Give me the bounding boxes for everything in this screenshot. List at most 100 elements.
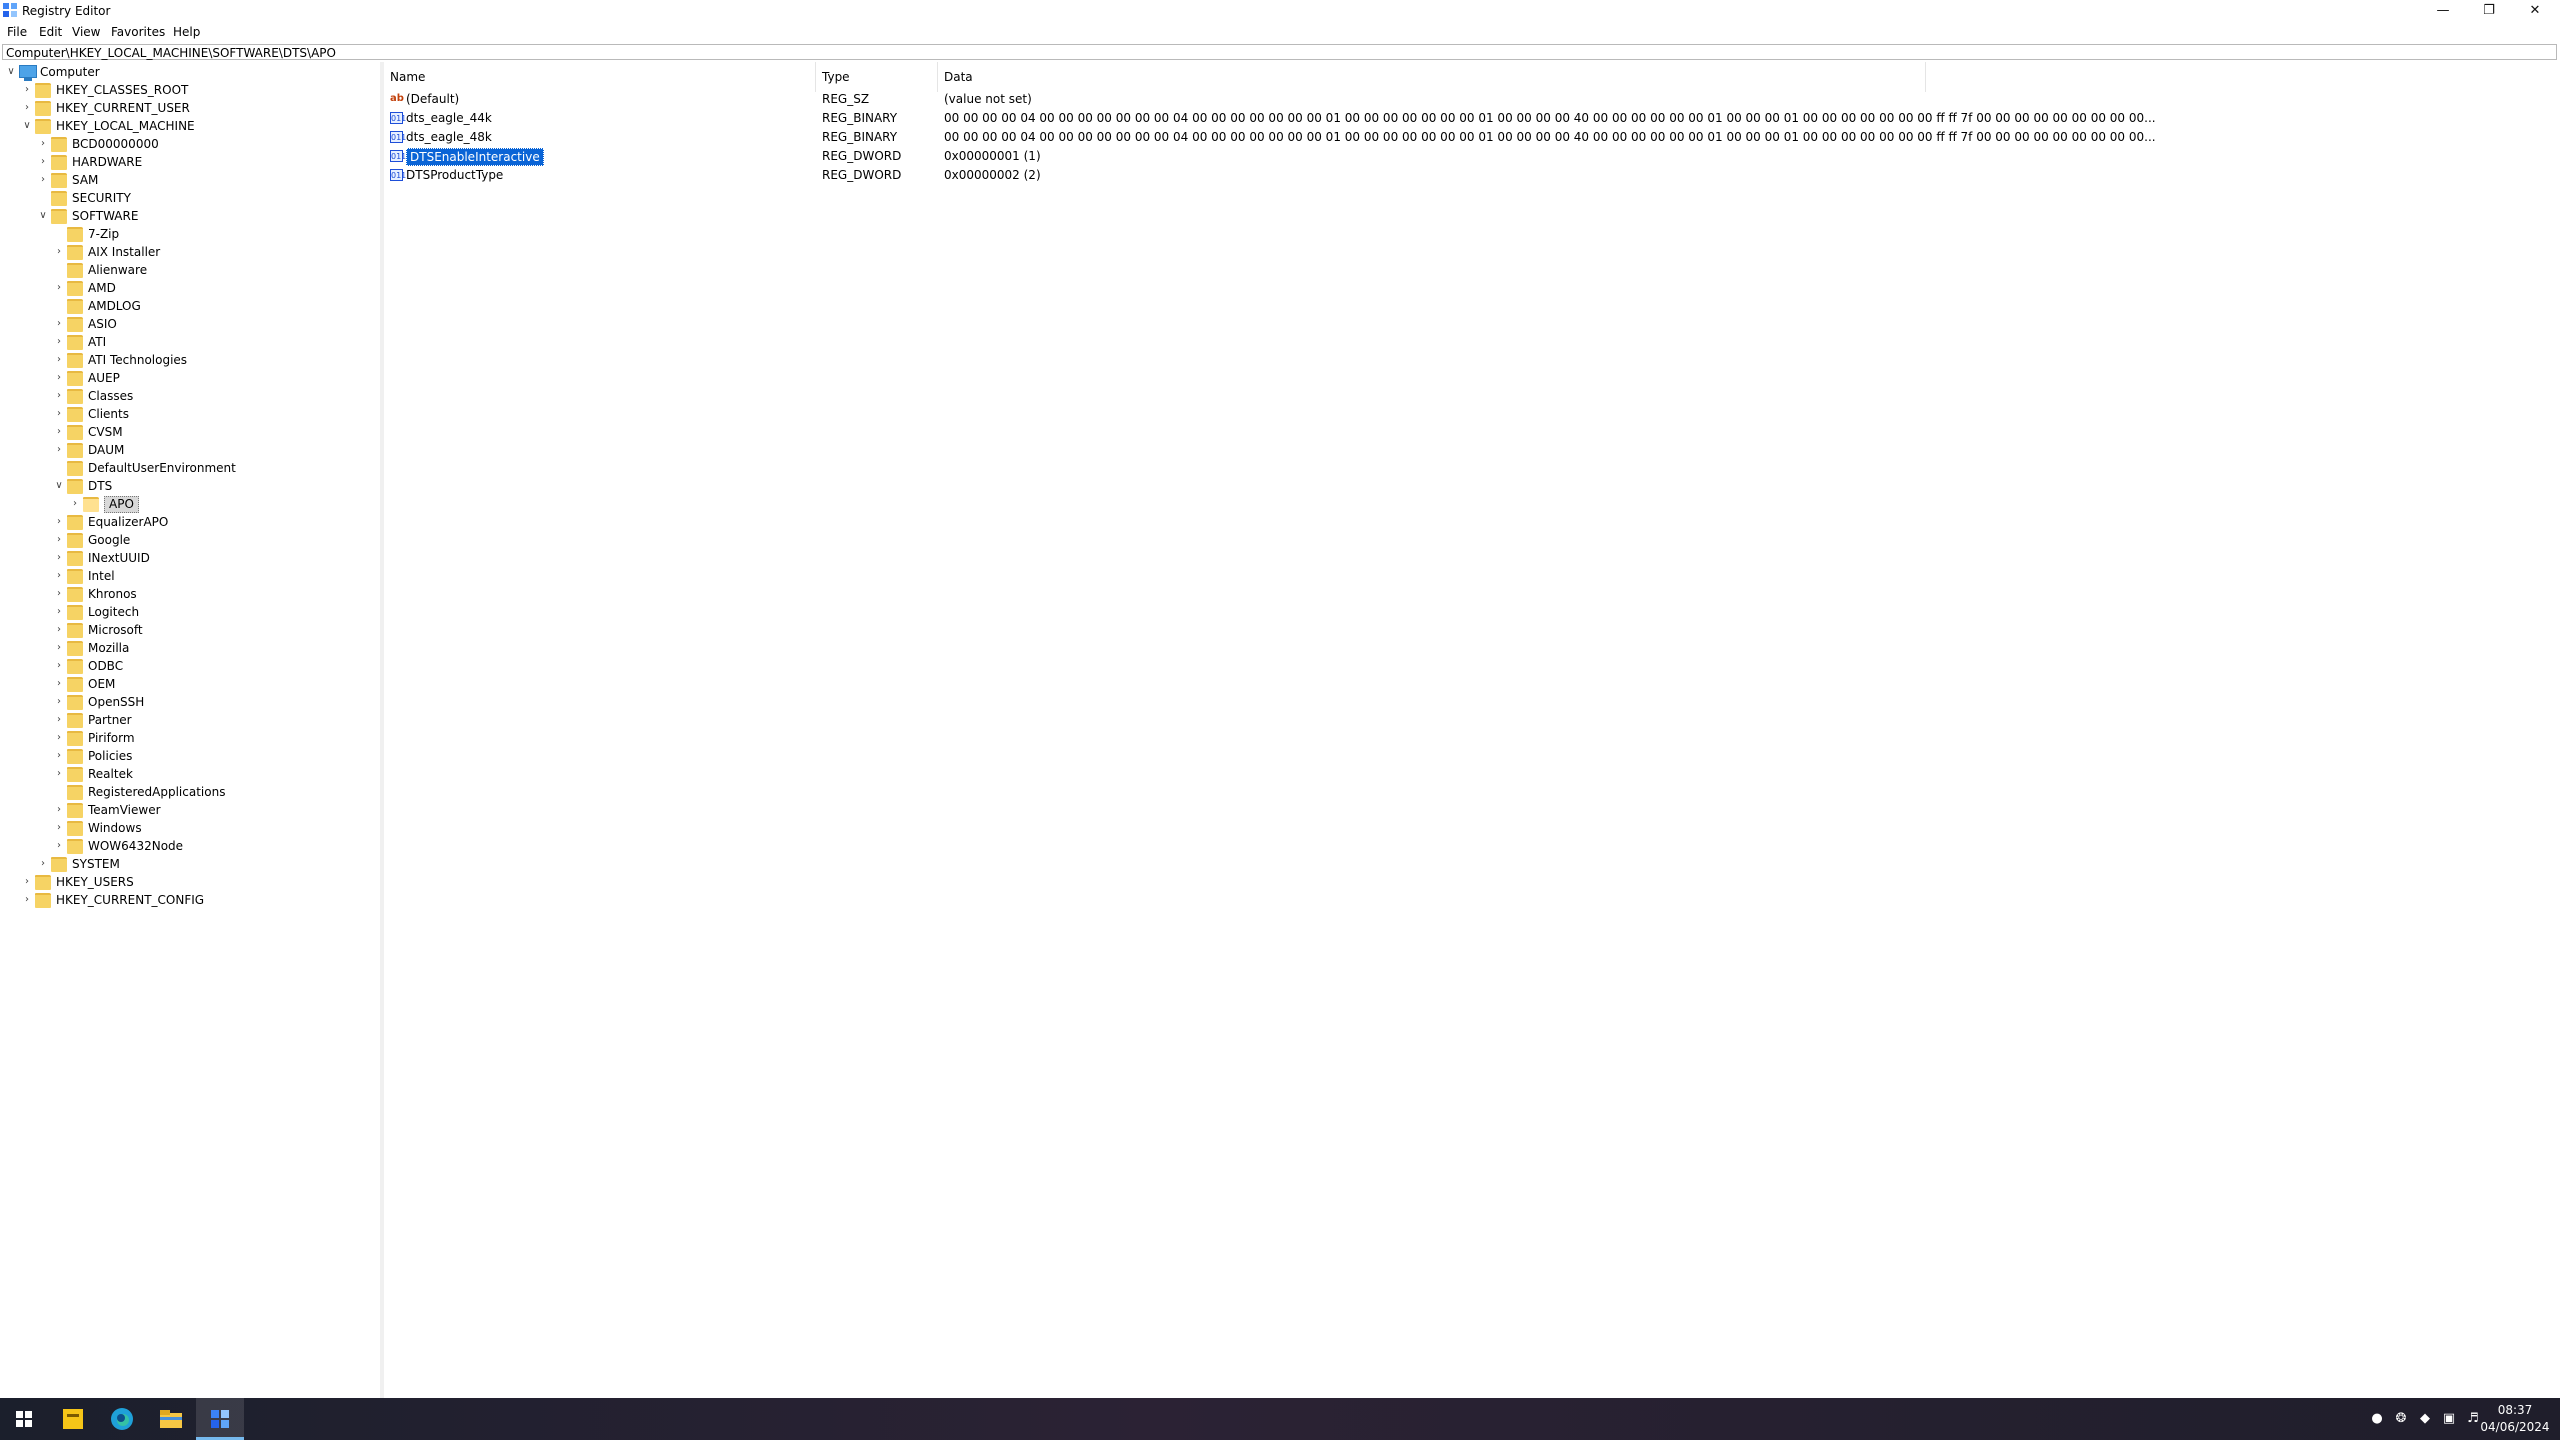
chevron-right-icon[interactable]: › bbox=[53, 657, 65, 675]
tree-node[interactable]: › ODBC bbox=[0, 657, 380, 675]
tree-node[interactable]: › Logitech bbox=[0, 603, 380, 621]
chevron-right-icon[interactable]: › bbox=[53, 531, 65, 549]
tree-node[interactable]: › Khronos bbox=[0, 585, 380, 603]
chevron-right-icon[interactable]: › bbox=[53, 819, 65, 837]
chevron-right-icon[interactable]: › bbox=[53, 567, 65, 585]
tree-node[interactable]: › INextUUID bbox=[0, 549, 380, 567]
tree-node[interactable]: › Mozilla bbox=[0, 639, 380, 657]
tree-node[interactable]: › Intel bbox=[0, 567, 380, 585]
value-row[interactable]: 011 dts_eagle_48k REG_BINARY 00 00 00 00 04… bbox=[384, 128, 2560, 147]
tree-node[interactable]: › HKEY_CURRENT_CONFIG bbox=[0, 891, 380, 909]
chevron-right-icon[interactable]: › bbox=[53, 315, 65, 333]
tree-pane[interactable]: ∨ Computer › HKEY_CLASSES_ROOT › HKEY_CURRENT… bbox=[0, 62, 381, 1398]
chevron-right-icon[interactable]: › bbox=[53, 351, 65, 369]
chevron-right-icon[interactable]: › bbox=[53, 747, 65, 765]
chevron-right-icon[interactable]: › bbox=[21, 891, 33, 909]
tree-node[interactable]: › SYSTEM bbox=[0, 855, 380, 873]
tree-node[interactable]: RegisteredApplications bbox=[0, 783, 380, 801]
chevron-right-icon[interactable]: › bbox=[53, 387, 65, 405]
tree-node[interactable]: › AMD bbox=[0, 279, 380, 297]
column-header-name[interactable]: Name bbox=[384, 62, 816, 92]
tree-node[interactable]: ∨ SOFTWARE bbox=[0, 207, 380, 225]
chevron-right-icon[interactable]: › bbox=[21, 81, 33, 99]
tree-node[interactable]: › Classes bbox=[0, 387, 380, 405]
tree-node[interactable]: › Google bbox=[0, 531, 380, 549]
tree-node[interactable]: › ATI Technologies bbox=[0, 351, 380, 369]
tree-node[interactable]: › ATI bbox=[0, 333, 380, 351]
chevron-right-icon[interactable]: › bbox=[53, 693, 65, 711]
tree-node[interactable]: › OEM bbox=[0, 675, 380, 693]
taskbar-sticky-notes[interactable] bbox=[49, 1398, 97, 1440]
chevron-right-icon[interactable]: › bbox=[37, 135, 49, 153]
tree-node[interactable]: › AUEP bbox=[0, 369, 380, 387]
tree-node[interactable]: › DAUM bbox=[0, 441, 380, 459]
chevron-right-icon[interactable]: › bbox=[53, 675, 65, 693]
tree-node[interactable]: ∨ Computer bbox=[0, 63, 380, 81]
chevron-right-icon[interactable]: › bbox=[53, 711, 65, 729]
tree-node[interactable]: ∨ DTS bbox=[0, 477, 380, 495]
chevron-right-icon[interactable]: › bbox=[37, 855, 49, 873]
chevron-right-icon[interactable]: › bbox=[53, 369, 65, 387]
steam-icon[interactable]: ❂ bbox=[2392, 1410, 2410, 1428]
tree-node[interactable]: › TeamViewer bbox=[0, 801, 380, 819]
chevron-right-icon[interactable]: › bbox=[53, 405, 65, 423]
tree-node[interactable]: › APO bbox=[0, 495, 380, 513]
chevron-right-icon[interactable]: › bbox=[53, 513, 65, 531]
menu-file[interactable]: File bbox=[7, 25, 27, 39]
tree-node[interactable]: › HKEY_CURRENT_USER bbox=[0, 99, 380, 117]
tree-node[interactable]: › HKEY_USERS bbox=[0, 873, 380, 891]
menu-favorites[interactable]: Favorites bbox=[111, 25, 165, 39]
tree-node[interactable]: › OpenSSH bbox=[0, 693, 380, 711]
chevron-right-icon[interactable]: › bbox=[53, 729, 65, 747]
tree-node[interactable]: › Realtek bbox=[0, 765, 380, 783]
tree-node[interactable]: › Windows bbox=[0, 819, 380, 837]
value-row[interactable]: 011 DTSProductType REG_DWORD 0x00000002 (2) bbox=[384, 166, 2560, 185]
chevron-right-icon[interactable]: › bbox=[53, 279, 65, 297]
menu-edit[interactable]: Edit bbox=[39, 25, 62, 39]
menu-view[interactable]: View bbox=[72, 25, 100, 39]
chevron-right-icon[interactable]: › bbox=[53, 639, 65, 657]
chevron-right-icon[interactable]: › bbox=[37, 171, 49, 189]
column-header-data[interactable]: Data bbox=[938, 62, 1926, 92]
tree-node[interactable]: DefaultUserEnvironment bbox=[0, 459, 380, 477]
tree-node[interactable]: › SAM bbox=[0, 171, 380, 189]
chevron-right-icon[interactable]: › bbox=[53, 423, 65, 441]
chevron-right-icon[interactable]: › bbox=[53, 765, 65, 783]
chevron-right-icon[interactable]: › bbox=[21, 873, 33, 891]
chevron-down-icon[interactable]: ∨ bbox=[5, 63, 17, 81]
tree-node[interactable]: › Partner bbox=[0, 711, 380, 729]
tree-node[interactable]: › CVSM bbox=[0, 423, 380, 441]
chevron-right-icon[interactable]: › bbox=[21, 99, 33, 117]
menu-help[interactable]: Help bbox=[173, 25, 200, 39]
app-tray-icon[interactable]: ◆ bbox=[2416, 1410, 2434, 1428]
value-row[interactable]: 011 dts_eagle_44k REG_BINARY 00 00 00 00 04… bbox=[384, 109, 2560, 128]
tree-node[interactable]: › BCD00000000 bbox=[0, 135, 380, 153]
value-row[interactable]: 011 DTSEnableInteractive REG_DWORD 0x000000… bbox=[384, 147, 2560, 166]
tree-node[interactable]: › Policies bbox=[0, 747, 380, 765]
tree-node[interactable]: ∨ HKEY_LOCAL_MACHINE bbox=[0, 117, 380, 135]
chevron-right-icon[interactable]: › bbox=[53, 333, 65, 351]
tree-node[interactable]: › Clients bbox=[0, 405, 380, 423]
tree-node[interactable]: › WOW6432Node bbox=[0, 837, 380, 855]
chevron-right-icon[interactable]: › bbox=[53, 837, 65, 855]
tree-node[interactable]: 7-Zip bbox=[0, 225, 380, 243]
taskbar-edge[interactable] bbox=[98, 1398, 146, 1440]
taskbar-registry-editor[interactable] bbox=[196, 1398, 244, 1440]
chevron-right-icon[interactable]: › bbox=[53, 603, 65, 621]
tree-node[interactable]: SECURITY bbox=[0, 189, 380, 207]
chevron-right-icon[interactable]: › bbox=[53, 441, 65, 459]
tree-node[interactable]: › HARDWARE bbox=[0, 153, 380, 171]
tree-node[interactable]: › HKEY_CLASSES_ROOT bbox=[0, 81, 380, 99]
chevron-right-icon[interactable]: › bbox=[37, 153, 49, 171]
values-pane[interactable]: Name Type Data ab (Default) REG_SZ (value n… bbox=[384, 62, 2560, 1398]
tree-node[interactable]: › Microsoft bbox=[0, 621, 380, 639]
chevron-right-icon[interactable]: › bbox=[53, 549, 65, 567]
chevron-right-icon[interactable]: › bbox=[53, 801, 65, 819]
chevron-down-icon[interactable]: ∨ bbox=[53, 477, 65, 495]
chevron-right-icon[interactable]: › bbox=[53, 585, 65, 603]
taskbar-clock[interactable]: 08:37 04/06/2024 bbox=[2480, 1402, 2550, 1436]
minimize-button[interactable]: — bbox=[2420, 0, 2466, 22]
taskbar-file-explorer[interactable] bbox=[147, 1398, 195, 1440]
tree-node[interactable]: › AIX Installer bbox=[0, 243, 380, 261]
chevron-right-icon[interactable]: › bbox=[53, 621, 65, 639]
